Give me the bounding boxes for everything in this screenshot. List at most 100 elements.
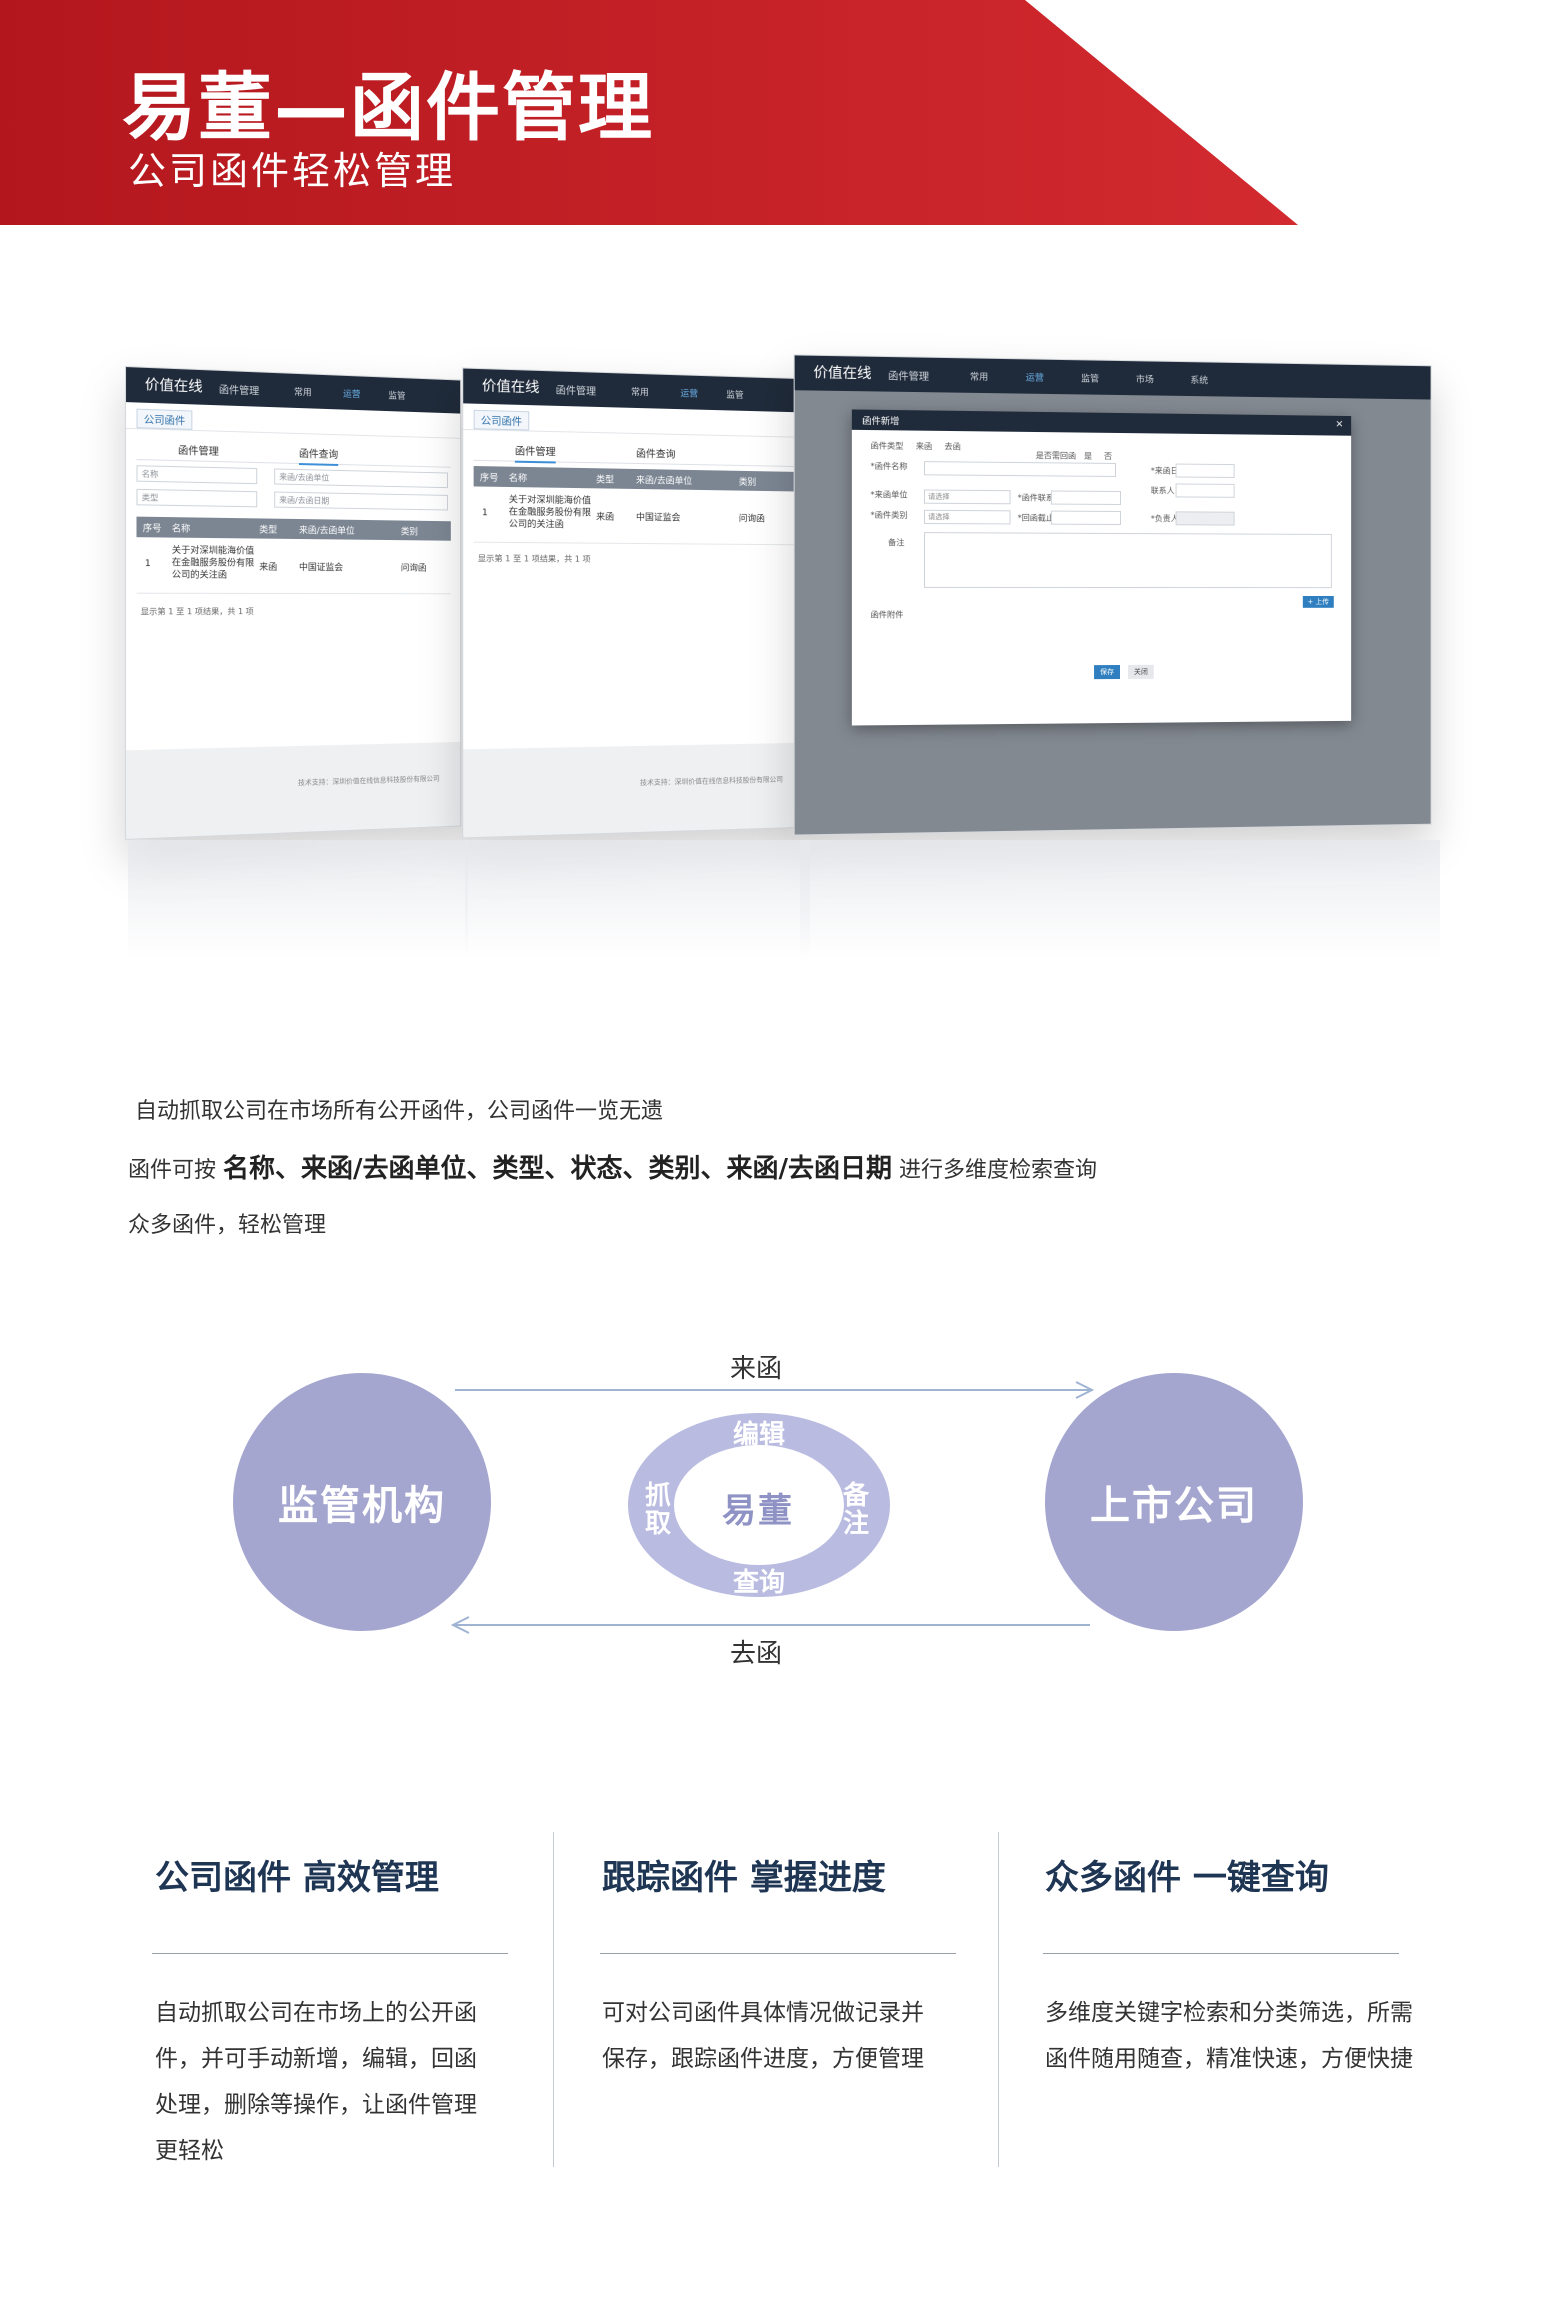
cell-name[interactable]: 关于对深圳能海价值在金融服务股份有限公司的关注函 xyxy=(509,494,592,531)
incoming-arrow-label: 来函 xyxy=(730,1348,782,1385)
nav-item-common[interactable]: 常用 xyxy=(294,385,312,399)
nav-item-system[interactable]: 系统 xyxy=(1190,373,1208,386)
nav-item-operation[interactable]: 运营 xyxy=(680,386,698,399)
save-button[interactable]: 保存 xyxy=(1094,665,1120,679)
screenshot-letter-list: 价值在线 函件管理 常用 运营 监管 公司函件 函件管理 函件查询 名称 来函/… xyxy=(125,366,461,840)
cell-name[interactable]: 关于对深圳能海价值在金融服务股份有限公司的关注函 xyxy=(172,545,255,582)
owner-label: *负责人 xyxy=(1151,513,1179,524)
page-footer-area xyxy=(463,743,804,838)
col-index: 序号 xyxy=(480,470,499,484)
nav-item-operation[interactable]: 运营 xyxy=(343,387,360,401)
cell-unit: 中国证监会 xyxy=(299,560,343,573)
column-divider xyxy=(152,1953,508,1954)
pagination-info: 显示第 1 至 1 项结果，共 1 项 xyxy=(478,553,591,565)
cell-type: 来函 xyxy=(259,560,277,573)
pagination-info: 显示第 1 至 1 项结果，共 1 项 xyxy=(141,606,254,617)
tab-query[interactable]: 函件查询 xyxy=(299,445,338,466)
tab-manage[interactable]: 函件管理 xyxy=(515,442,556,463)
deadline-input[interactable] xyxy=(1051,511,1121,525)
attachment-label: 函件附件 xyxy=(870,609,903,620)
type-label: 函件类型 xyxy=(870,440,903,452)
page-title: 易董—函件管理 xyxy=(122,48,654,155)
col-category: 类别 xyxy=(739,475,756,488)
close-icon[interactable]: × xyxy=(1335,419,1343,430)
column-line: 自动抓取公司在市场上的公开函 xyxy=(155,1990,477,2036)
column-title-track: 跟踪函件 掌握进度 xyxy=(602,1850,886,1899)
column-line: 处理，删除等操作，让函件管理 xyxy=(155,2082,477,2128)
type-option-outgoing[interactable]: 去函 xyxy=(944,441,960,452)
dialog-title: 函件新增 xyxy=(862,417,899,428)
ring-label-note: 备注 xyxy=(843,1482,871,1538)
column-divider xyxy=(600,1953,956,1954)
column-separator xyxy=(553,1832,554,2167)
col-type: 类型 xyxy=(596,472,614,485)
ring-label-query: 查询 xyxy=(733,1562,785,1599)
filter-unit[interactable]: 来函/去函单位 xyxy=(274,468,448,488)
type-option-incoming[interactable]: 来函 xyxy=(916,441,932,452)
breadcrumb-tab[interactable]: 公司函件 xyxy=(136,409,192,430)
nav-item-operation[interactable]: 运营 xyxy=(1026,370,1044,383)
ring-label-edit: 编辑 xyxy=(733,1414,785,1451)
nav-item-supervision[interactable]: 监管 xyxy=(726,388,743,401)
yidong-center-label: 易董 xyxy=(722,1483,794,1532)
column-text-search: 多维度关键字检索和分类筛选，所需 函件随用随查，精准快速，方便快捷 xyxy=(1045,1990,1413,2082)
filter-date[interactable]: 来函/去函日期 xyxy=(274,492,448,511)
table-row[interactable]: 1 关于对深圳能海价值在金融服务股份有限公司的关注函 来函 中国证监会 问询函 xyxy=(136,540,450,594)
col-index: 序号 xyxy=(143,521,162,535)
close-button[interactable]: 关闭 xyxy=(1128,665,1154,679)
column-line: 多维度关键字检索和分类筛选，所需 xyxy=(1045,1990,1413,2036)
column-title-manage: 公司函件 高效管理 xyxy=(155,1850,439,1899)
category-select[interactable]: 请选择 xyxy=(924,510,1011,525)
name-input[interactable] xyxy=(924,461,1116,477)
breadcrumb-tab[interactable]: 公司函件 xyxy=(474,410,530,431)
remark-label: 备注 xyxy=(888,537,904,548)
cell-unit: 中国证监会 xyxy=(636,510,680,523)
app-logo: 价值在线 xyxy=(482,375,540,397)
description-suffix: 进行多维度检索查询 xyxy=(899,1158,1097,1183)
filter-type[interactable]: 类型 xyxy=(136,489,257,507)
cell-type: 来函 xyxy=(596,509,614,522)
owner-input[interactable] xyxy=(1176,511,1235,525)
unit-select[interactable]: 请选择 xyxy=(924,490,1011,505)
column-line: 件，并可手动新增，编辑，回函 xyxy=(155,2036,477,2082)
cell-index: 1 xyxy=(145,559,151,569)
screenshot-letter-query: 价值在线 函件管理 常用 运营 监管 公司函件 函件管理 函件查询 序号 名称 … xyxy=(462,367,805,838)
description-criteria: 名称、来函/去函单位、类型、状态、类别、来函/去函日期 xyxy=(223,1154,892,1184)
tab-query[interactable]: 函件查询 xyxy=(636,445,676,461)
table-header: 序号 名称 类型 来函/去函单位 类别 xyxy=(136,517,450,541)
description-prefix: 函件可按 xyxy=(128,1158,216,1183)
reply-option-yes[interactable]: 是 xyxy=(1084,451,1092,462)
filter-name[interactable]: 名称 xyxy=(136,465,257,484)
remark-textarea[interactable] xyxy=(924,532,1332,588)
date-input[interactable] xyxy=(1176,464,1235,478)
nav-item-market[interactable]: 市场 xyxy=(1136,372,1154,385)
column-text-track: 可对公司函件具体情况做记录并 保存，跟踪函件进度，方便管理 xyxy=(602,1990,924,2082)
category-label: *函件类别 xyxy=(870,509,907,520)
phone-input[interactable] xyxy=(1176,483,1235,497)
table-row[interactable]: 1 关于对深圳能海价值在金融服务股份有限公司的关注函 来函 中国证监会 问询函 xyxy=(474,490,795,546)
name-label: *函件名称 xyxy=(870,461,907,473)
column-title-search: 众多函件 一键查询 xyxy=(1045,1850,1329,1899)
column-line: 更轻松 xyxy=(155,2128,477,2174)
module-name: 函件管理 xyxy=(219,381,259,398)
reflection xyxy=(465,840,810,960)
app-logo: 价值在线 xyxy=(145,374,203,397)
nav-item-supervision[interactable]: 监管 xyxy=(388,388,405,401)
nav-item-supervision[interactable]: 监管 xyxy=(1081,371,1099,384)
reply-label: 是否需回函 xyxy=(1036,450,1076,461)
col-category: 类别 xyxy=(401,524,418,537)
page-subtitle: 公司函件轻松管理 xyxy=(128,140,456,195)
column-line: 函件随用随查，精准快速，方便快捷 xyxy=(1045,2036,1413,2082)
cell-category: 问询函 xyxy=(739,511,765,524)
column-line: 可对公司函件具体情况做记录并 xyxy=(602,1990,924,2036)
contact-input[interactable] xyxy=(1051,490,1121,505)
table-header: 序号 名称 类型 来函/去函单位 类别 xyxy=(474,466,795,491)
reply-option-no[interactable]: 否 xyxy=(1104,451,1112,462)
nav-item-common[interactable]: 常用 xyxy=(970,370,988,383)
description-line-2: 函件可按 名称、来函/去函单位、类型、状态、类别、来函/去函日期 进行多维度检索… xyxy=(128,1148,1097,1185)
nav-item-common[interactable]: 常用 xyxy=(631,385,649,399)
upload-button[interactable]: + 上传 xyxy=(1303,596,1334,608)
page-footer-area xyxy=(126,742,460,839)
tab-manage[interactable]: 函件管理 xyxy=(178,442,219,458)
tab-bar: 函件管理 函件查询 xyxy=(474,438,795,467)
